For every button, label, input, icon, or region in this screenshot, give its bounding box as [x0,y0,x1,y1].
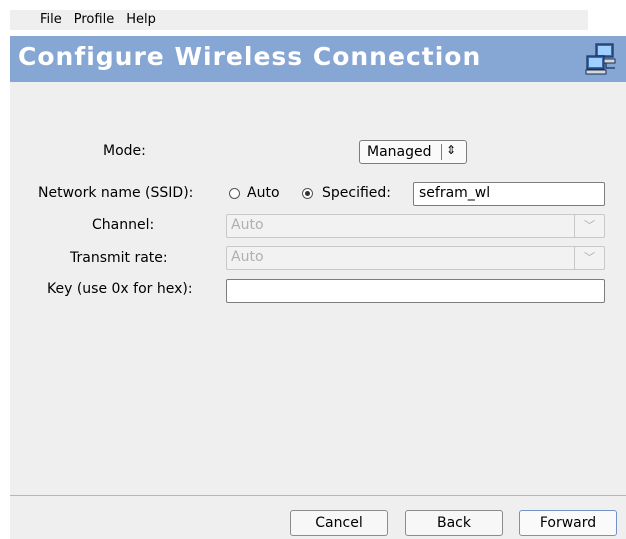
updown-arrow-icon: ⇕ [446,143,457,157]
ssid-specified-label[interactable]: Specified: [322,185,391,201]
network-computers-icon [585,43,616,75]
key-input[interactable] [226,279,605,303]
ssid-label: Network name (SSID): [38,185,194,201]
ssid-auto-label[interactable]: Auto [247,185,280,201]
mode-select[interactable]: Managed ⇕ [359,140,467,164]
channel-combo: Auto ﹀ [226,214,605,238]
menu-profile[interactable]: Profile [68,10,120,30]
key-label: Key (use 0x for hex): [47,281,193,297]
rate-combo: Auto ﹀ [226,246,605,270]
chevron-down-icon: ﹀ [574,247,604,269]
channel-value: Auto [231,217,264,233]
dialog-window: Configure Wireless Connection Mode: Mana… [10,36,626,539]
rate-label: Transmit rate: [70,250,168,266]
ssid-specified-radio[interactable] [302,188,313,199]
channel-label: Channel: [92,217,155,233]
banner-title: Configure Wireless Connection [18,42,482,71]
settings-panel: Mode: Managed ⇕ Network name (SSID): Aut… [10,82,626,496]
ssid-input[interactable]: sefram_wl [413,182,605,206]
menu-file[interactable]: File [34,10,68,30]
menu-help[interactable]: Help [120,10,162,30]
mode-select-separator [441,144,442,160]
cancel-button[interactable]: Cancel [290,510,388,536]
banner: Configure Wireless Connection [10,36,626,82]
chevron-down-icon: ﹀ [574,215,604,237]
mode-label: Mode: [103,143,146,159]
menu-bar: File Profile Help [10,10,588,30]
ssid-auto-radio[interactable] [229,188,240,199]
back-button[interactable]: Back [405,510,503,536]
forward-button[interactable]: Forward [519,510,617,536]
rate-value: Auto [231,249,264,265]
mode-value: Managed [367,144,432,160]
